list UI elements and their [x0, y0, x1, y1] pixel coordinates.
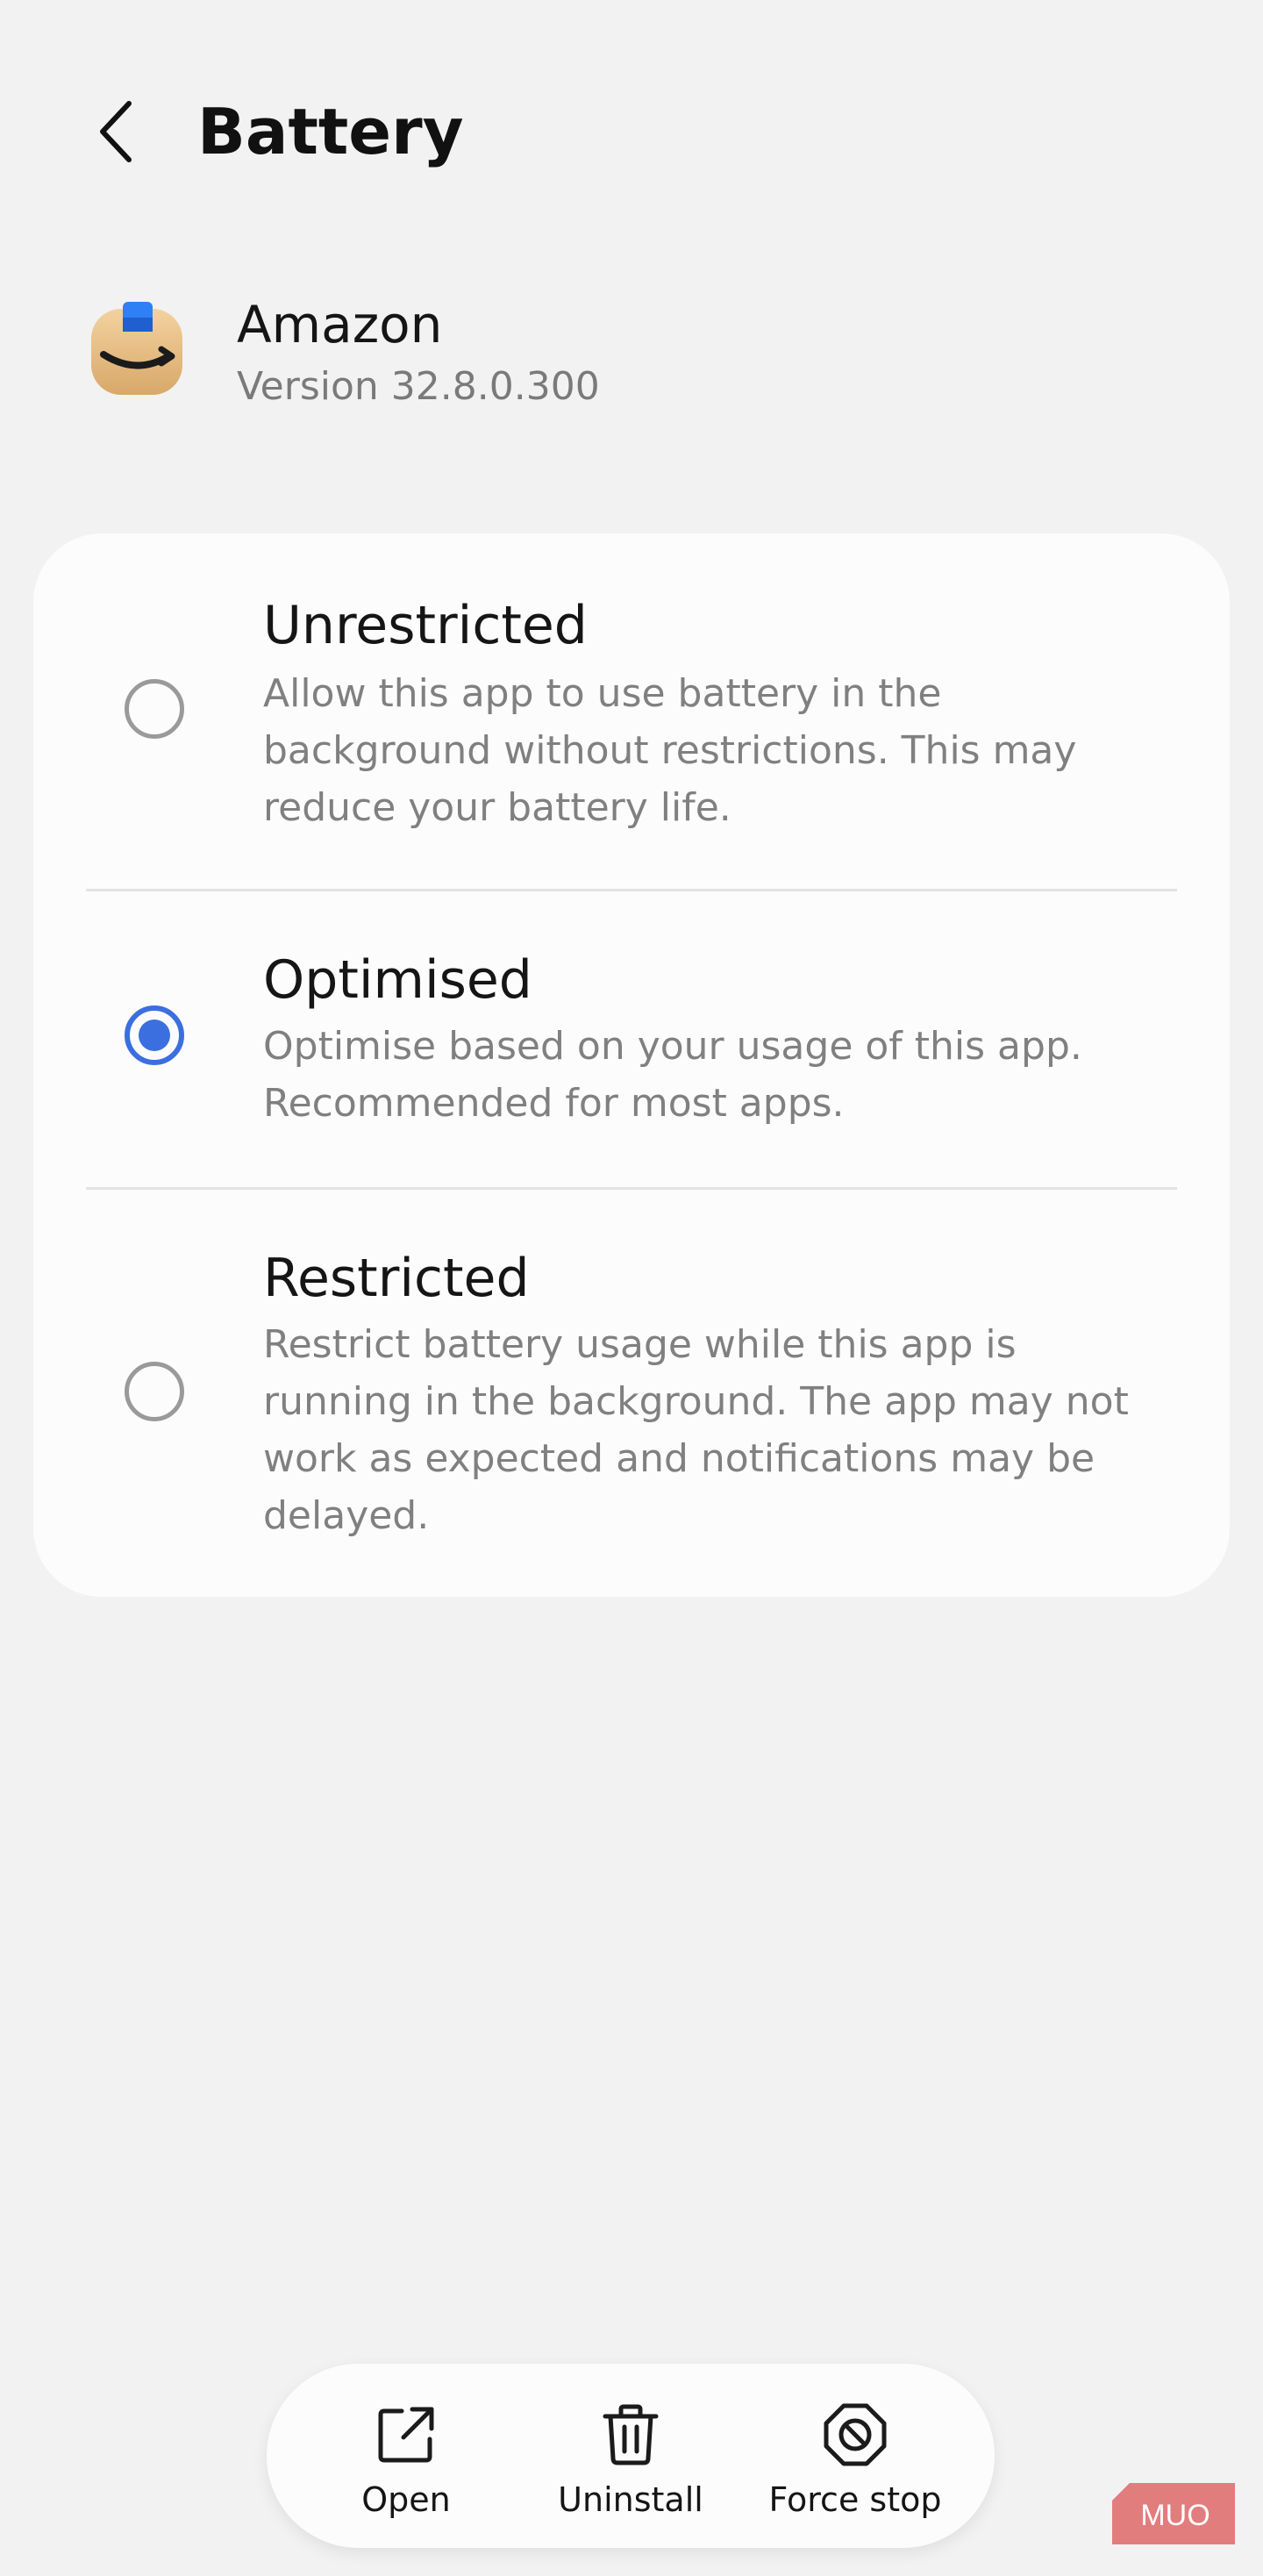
option-description: Optimise based on your usage of this app…: [263, 1024, 1082, 1126]
open-label: Open: [361, 2480, 451, 2519]
option-description: Allow this app to use battery in the bac…: [263, 671, 1077, 830]
radio-button-optimised[interactable]: [125, 1005, 184, 1065]
page-title: Battery: [197, 95, 464, 168]
battery-options-card: Unrestricted Allow this app to use batte…: [33, 533, 1230, 1597]
trash-icon: [603, 2404, 659, 2465]
radio-button-unrestricted[interactable]: [125, 679, 184, 739]
option-restricted[interactable]: Restricted Restrict battery usage while …: [33, 1190, 1230, 1597]
open-external-icon: [378, 2407, 434, 2463]
radio-button-restricted[interactable]: [125, 1362, 184, 1421]
option-unrestricted[interactable]: Unrestricted Allow this app to use batte…: [33, 533, 1230, 888]
chevron-left-icon: [100, 101, 132, 162]
force-stop-icon: [824, 2403, 887, 2466]
app-bar: Battery: [0, 0, 1263, 263]
app-version: Version 32.8.0.300: [237, 364, 600, 409]
app-info: Amazon Version 32.8.0.300: [0, 281, 1263, 439]
app-name: Amazon: [237, 295, 443, 354]
option-title: Optimised: [263, 949, 532, 1011]
bottom-action-bar: Open Uninstall Force stop: [267, 2364, 995, 2548]
watermark-text: MUO: [1140, 2499, 1209, 2532]
option-title: Unrestricted: [263, 595, 588, 656]
back-button[interactable]: [81, 88, 151, 175]
option-optimised[interactable]: Optimised Optimise based on your usage o…: [33, 891, 1230, 1186]
muo-watermark-logo: MUO: [1112, 2483, 1235, 2544]
force-stop-label: Force stop: [768, 2480, 942, 2519]
uninstall-label: Uninstall: [558, 2480, 703, 2519]
amazon-app-icon: [91, 302, 182, 395]
option-title: Restricted: [263, 1248, 530, 1309]
force-stop-button[interactable]: Force stop: [746, 2364, 965, 2548]
open-button[interactable]: Open: [296, 2364, 516, 2548]
uninstall-button[interactable]: Uninstall: [521, 2364, 740, 2548]
option-description: Restrict battery usage while this app is…: [263, 1322, 1129, 1538]
